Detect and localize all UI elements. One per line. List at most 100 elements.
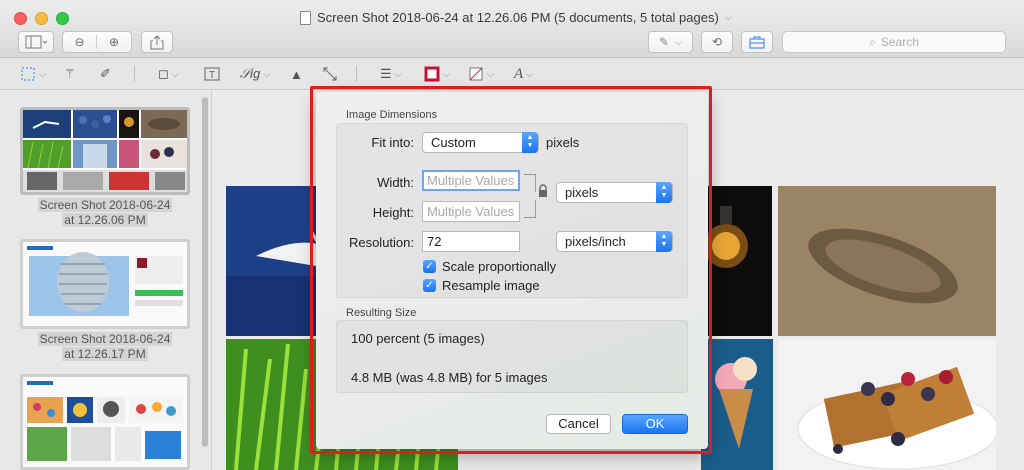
chevron-down-icon: ⌵ (171, 68, 179, 79)
width-label: Width: (377, 175, 414, 190)
thumbnail-2-label: Screen Shot 2018-06-24 at 12.26.17 PM (20, 332, 190, 362)
resample-image-label: Resample image (442, 278, 540, 293)
resize-icon (323, 67, 337, 81)
signature-tool[interactable]: 𝒮ig ⌵ (240, 65, 270, 83)
cancel-button[interactable]: Cancel (546, 414, 611, 434)
thumbnail-2[interactable] (20, 239, 190, 329)
link-bracket-bottom (524, 200, 536, 218)
border-color-icon (424, 66, 440, 82)
adjust-color-tool[interactable]: ▲ (290, 65, 303, 83)
sketch-tool[interactable]: ✐ (100, 65, 111, 83)
search-icon: ⌕ (869, 34, 876, 49)
text-box-icon: T (204, 67, 220, 81)
resulting-size-heading: Resulting Size (346, 307, 417, 319)
border-color-tool[interactable]: ⌵ (424, 65, 450, 83)
fit-into-value: Custom (431, 135, 476, 150)
height-label: Height: (372, 205, 414, 220)
thumbnail-1-label: Screen Shot 2018-06-24 at 12.26.06 PM (20, 198, 190, 228)
thumbnail-2-label-line1: Screen Shot 2018-06-24 (37, 332, 173, 346)
close-window-button[interactable] (14, 12, 27, 25)
shapes-tool[interactable]: ◻︎ ⌵ (158, 65, 179, 83)
popup-arrows-icon: ▲ ▼ (522, 132, 538, 153)
markup-toolbar: ⌵ ⚚ ✐ ◻︎ ⌵ T 𝒮ig ⌵ ▲ ☰ ⌵ ⌵ ⌵ A ⌵ (0, 58, 1024, 90)
sidebar-scrollbar[interactable] (202, 97, 208, 447)
chevron-down-icon: ⌵ (39, 68, 46, 79)
window-title-area: Screen Shot 2018-06-24 at 12.26.06 PM (5… (300, 10, 760, 25)
selection-tool[interactable]: ⌵ (20, 65, 46, 83)
thumbnail-2-label-line2: at 12.26.17 PM (62, 347, 148, 361)
magic-wand-icon: ⚚ (64, 66, 76, 81)
minimize-window-button[interactable] (35, 12, 48, 25)
thumbnail-1-image (23, 110, 187, 192)
search-input[interactable]: ⌕ Search (782, 31, 1006, 53)
fit-into-unit: pixels (546, 135, 580, 150)
result-file-size: 4.8 MB (was 4.8 MB) for 5 images (351, 370, 548, 385)
result-percent: 100 percent (5 images) (351, 331, 485, 346)
shape-style-tool[interactable]: ☰ ⌵ (380, 65, 401, 83)
chevron-down-icon: ⌵ (526, 68, 533, 79)
thumbnail-1-label-line1: Screen Shot 2018-06-24 (37, 198, 173, 212)
search-placeholder: Search (880, 35, 919, 49)
svg-text:T: T (209, 70, 215, 81)
chevron-down-icon: ⌵ (263, 68, 271, 79)
link-bracket-top (524, 174, 536, 192)
fit-into-popup[interactable]: Custom ▲ ▼ (422, 132, 539, 153)
chevron-down-icon[interactable]: ⌵ (725, 12, 732, 23)
resolution-unit-popup[interactable]: pixels/inch ▲ ▼ (556, 231, 673, 252)
size-unit-popup[interactable]: pixels ▲ ▼ (556, 182, 673, 203)
thumbnail-1-label-line2: at 12.26.06 PM (62, 213, 148, 227)
sidebar-toggle-button[interactable] (18, 31, 54, 53)
adjust-size-tool[interactable] (322, 65, 338, 83)
zoom-in-icon[interactable]: ⊕ (97, 35, 131, 49)
markup-toolbox-button[interactable] (741, 31, 773, 53)
popup-arrows-icon: ▲ ▼ (656, 182, 672, 203)
width-field[interactable]: Multiple Values (422, 170, 520, 191)
thumbnail-3[interactable] (20, 374, 190, 470)
divider (134, 66, 135, 82)
height-placeholder: Multiple Values (427, 204, 515, 219)
lock-icon[interactable] (538, 184, 548, 198)
resolution-unit-value: pixels/inch (565, 234, 626, 249)
instant-alpha-tool[interactable]: ⚚ (64, 65, 76, 83)
adjust-size-dialog: Image Dimensions Fit into: Custom ▲ ▼ pix… (316, 92, 708, 449)
chevron-down-icon: ⌵ (394, 68, 402, 79)
fit-into-label: Fit into: (371, 135, 414, 150)
photo-footprint (778, 186, 996, 336)
rotate-button[interactable]: ⟲ (701, 31, 733, 53)
edge-text-1: 20 (1012, 322, 1024, 336)
resolution-value: 72 (427, 234, 442, 249)
fill-color-tool[interactable]: ⌵ (468, 65, 494, 83)
share-button[interactable] (141, 31, 173, 53)
signature-icon: 𝒮ig (240, 66, 261, 81)
pen-icon: ✎ (659, 35, 670, 49)
thumbnail-sidebar: Screen Shot 2018-06-24 at 12.26.06 PM Sc… (0, 91, 212, 470)
divider (356, 66, 357, 82)
window-controls (14, 12, 69, 25)
text-tool[interactable]: T (204, 65, 220, 83)
text-style-tool[interactable]: A ⌵ (514, 65, 533, 83)
thumbnail-1[interactable] (20, 107, 190, 195)
resolution-field[interactable]: 72 (422, 231, 520, 252)
rotate-icon: ⟲ (711, 35, 723, 49)
scale-proportionally-checkbox[interactable]: ✓ Scale proportionally (423, 259, 556, 274)
zoom-window-button[interactable] (56, 12, 69, 25)
image-dimensions-heading: Image Dimensions (346, 109, 438, 121)
ok-button[interactable]: OK (622, 414, 688, 434)
zoom-controls: ⊖ ⊕ (62, 31, 132, 53)
chevron-down-icon: ⌵ (443, 68, 450, 79)
size-unit-value: pixels (565, 185, 599, 200)
zoom-out-icon[interactable]: ⊖ (63, 35, 98, 49)
toolbox-icon (749, 36, 765, 48)
resample-image-checkbox[interactable]: ✓ Resample image (423, 278, 540, 293)
font-icon: A (514, 65, 524, 82)
markup-toggle-button[interactable]: ✎ ⌵ (648, 31, 693, 53)
height-field[interactable]: Multiple Values (422, 201, 520, 222)
line-style-icon: ☰ (380, 66, 392, 81)
thumbnail-2-image (23, 242, 187, 326)
sidebar-icon (25, 35, 47, 49)
checkmark-icon: ✓ (423, 279, 436, 292)
window-title: Screen Shot 2018-06-24 at 12.26.06 PM (5… (317, 10, 719, 25)
chevron-down-icon: ⌵ (487, 68, 494, 79)
title-bar: Screen Shot 2018-06-24 at 12.26.06 PM (5… (0, 0, 1024, 58)
fill-color-icon (469, 67, 483, 81)
